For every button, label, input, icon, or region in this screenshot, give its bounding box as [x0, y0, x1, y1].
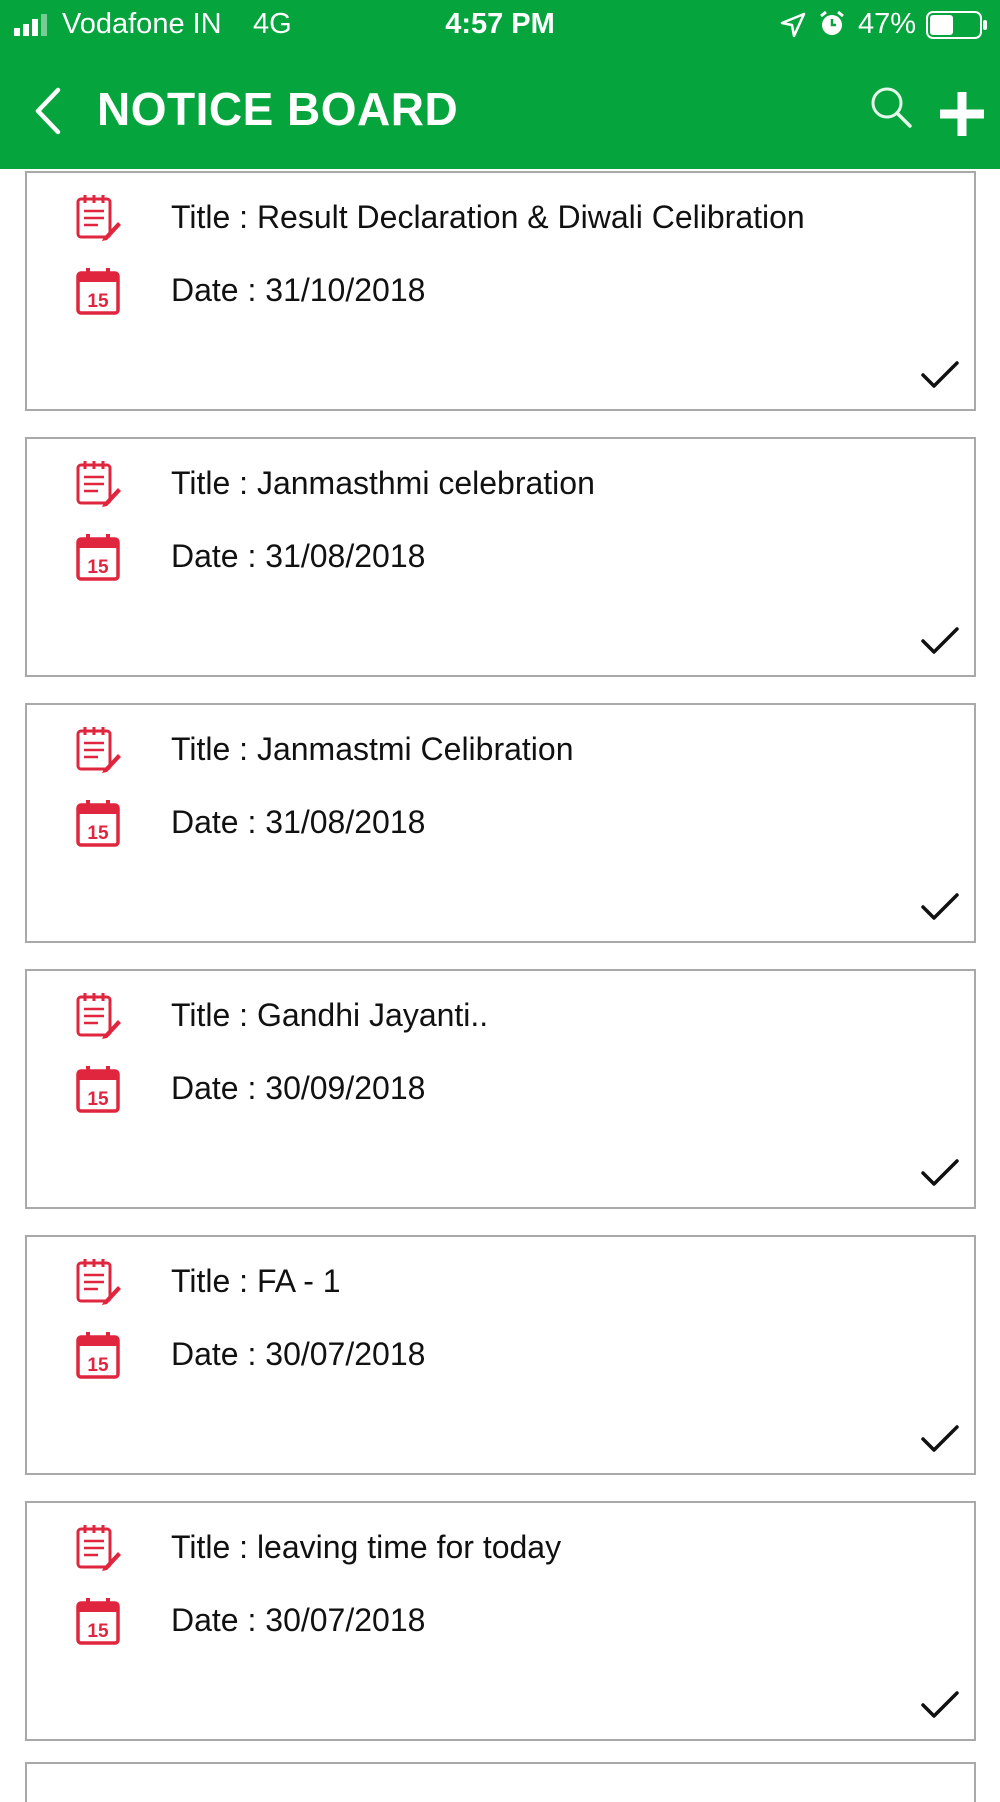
- location-arrow-icon: [780, 12, 806, 38]
- checkmark-icon[interactable]: [920, 1423, 960, 1455]
- calendar-icon: 15: [76, 534, 120, 581]
- svg-text:15: 15: [87, 291, 109, 312]
- checkmark-icon[interactable]: [920, 359, 960, 391]
- notice-title: Title : Gandhi Jayanti..: [171, 997, 489, 1033]
- notice-card[interactable]: Title : FA - 1 15 Date : 30/07/2018: [25, 1235, 976, 1475]
- notice-date: Date : 30/09/2018: [171, 1070, 426, 1106]
- app-header: Vodafone IN 4G 4:57 PM 47% NOTICE BOARD: [0, 0, 1000, 169]
- notice-title: Title : FA - 1: [171, 1263, 341, 1299]
- svg-text:15: 15: [87, 1089, 109, 1110]
- search-icon[interactable]: [868, 84, 914, 130]
- checkmark-icon[interactable]: [920, 625, 960, 657]
- notepad-edit-icon: [76, 1525, 121, 1571]
- notepad-edit-icon: [76, 993, 121, 1039]
- checkmark-icon[interactable]: [920, 1689, 960, 1721]
- checkmark-icon[interactable]: [920, 1157, 960, 1189]
- notice-date: Date : 31/10/2018: [171, 272, 426, 308]
- notepad-edit-icon: [76, 727, 121, 773]
- notice-date: Date : 31/08/2018: [171, 538, 426, 574]
- notice-card[interactable]: Title : Janmastmi Celibration 15 Date : …: [25, 703, 976, 943]
- notepad-edit-icon: [76, 1259, 121, 1305]
- svg-text:15: 15: [87, 1355, 109, 1376]
- notice-date: Date : 31/08/2018: [171, 804, 426, 840]
- svg-text:15: 15: [87, 557, 109, 578]
- chevron-left-icon[interactable]: [28, 82, 68, 140]
- clock: 4:57 PM: [445, 8, 555, 40]
- checkmark-icon[interactable]: [920, 891, 960, 923]
- calendar-icon: 15: [76, 1066, 120, 1113]
- alarm-clock-icon: [820, 10, 844, 35]
- battery-icon: [926, 11, 987, 39]
- notice-date: Date : 30/07/2018: [171, 1602, 426, 1638]
- notice-card[interactable]: Title : Result Declaration & Diwali Celi…: [25, 171, 976, 411]
- notepad-edit-icon: [76, 461, 121, 507]
- notice-card[interactable]: Title : Gandhi Jayanti.. 15 Date : 30/09…: [25, 969, 976, 1209]
- notice-title: Title : Result Declaration & Diwali Celi…: [171, 199, 805, 235]
- page-title: NOTICE BOARD: [97, 83, 459, 135]
- notice-title: Title : Janmastmi Celibration: [171, 731, 574, 767]
- notice-card[interactable]: Title : leaving time for today 15 Date :…: [25, 1501, 976, 1741]
- calendar-icon: 15: [76, 1332, 120, 1379]
- svg-text:15: 15: [87, 823, 109, 844]
- notice-title: Title : leaving time for today: [171, 1529, 562, 1565]
- calendar-icon: 15: [76, 800, 120, 847]
- plus-icon[interactable]: [938, 90, 986, 138]
- notepad-edit-icon: [76, 195, 121, 241]
- status-bar: Vodafone IN 4G 4:57 PM 47%: [0, 0, 1000, 50]
- notice-card-partial[interactable]: [25, 1762, 976, 1802]
- notice-card[interactable]: Title : Janmasthmi celebration 15 Date :…: [25, 437, 976, 677]
- notice-title: Title : Janmasthmi celebration: [171, 465, 595, 501]
- navigation-bar: NOTICE BOARD: [0, 60, 1000, 160]
- calendar-icon: 15: [76, 268, 120, 315]
- calendar-icon: 15: [76, 1598, 120, 1645]
- svg-text:15: 15: [87, 1621, 109, 1642]
- notice-date: Date : 30/07/2018: [171, 1336, 426, 1372]
- battery-percentage: 47%: [858, 8, 917, 40]
